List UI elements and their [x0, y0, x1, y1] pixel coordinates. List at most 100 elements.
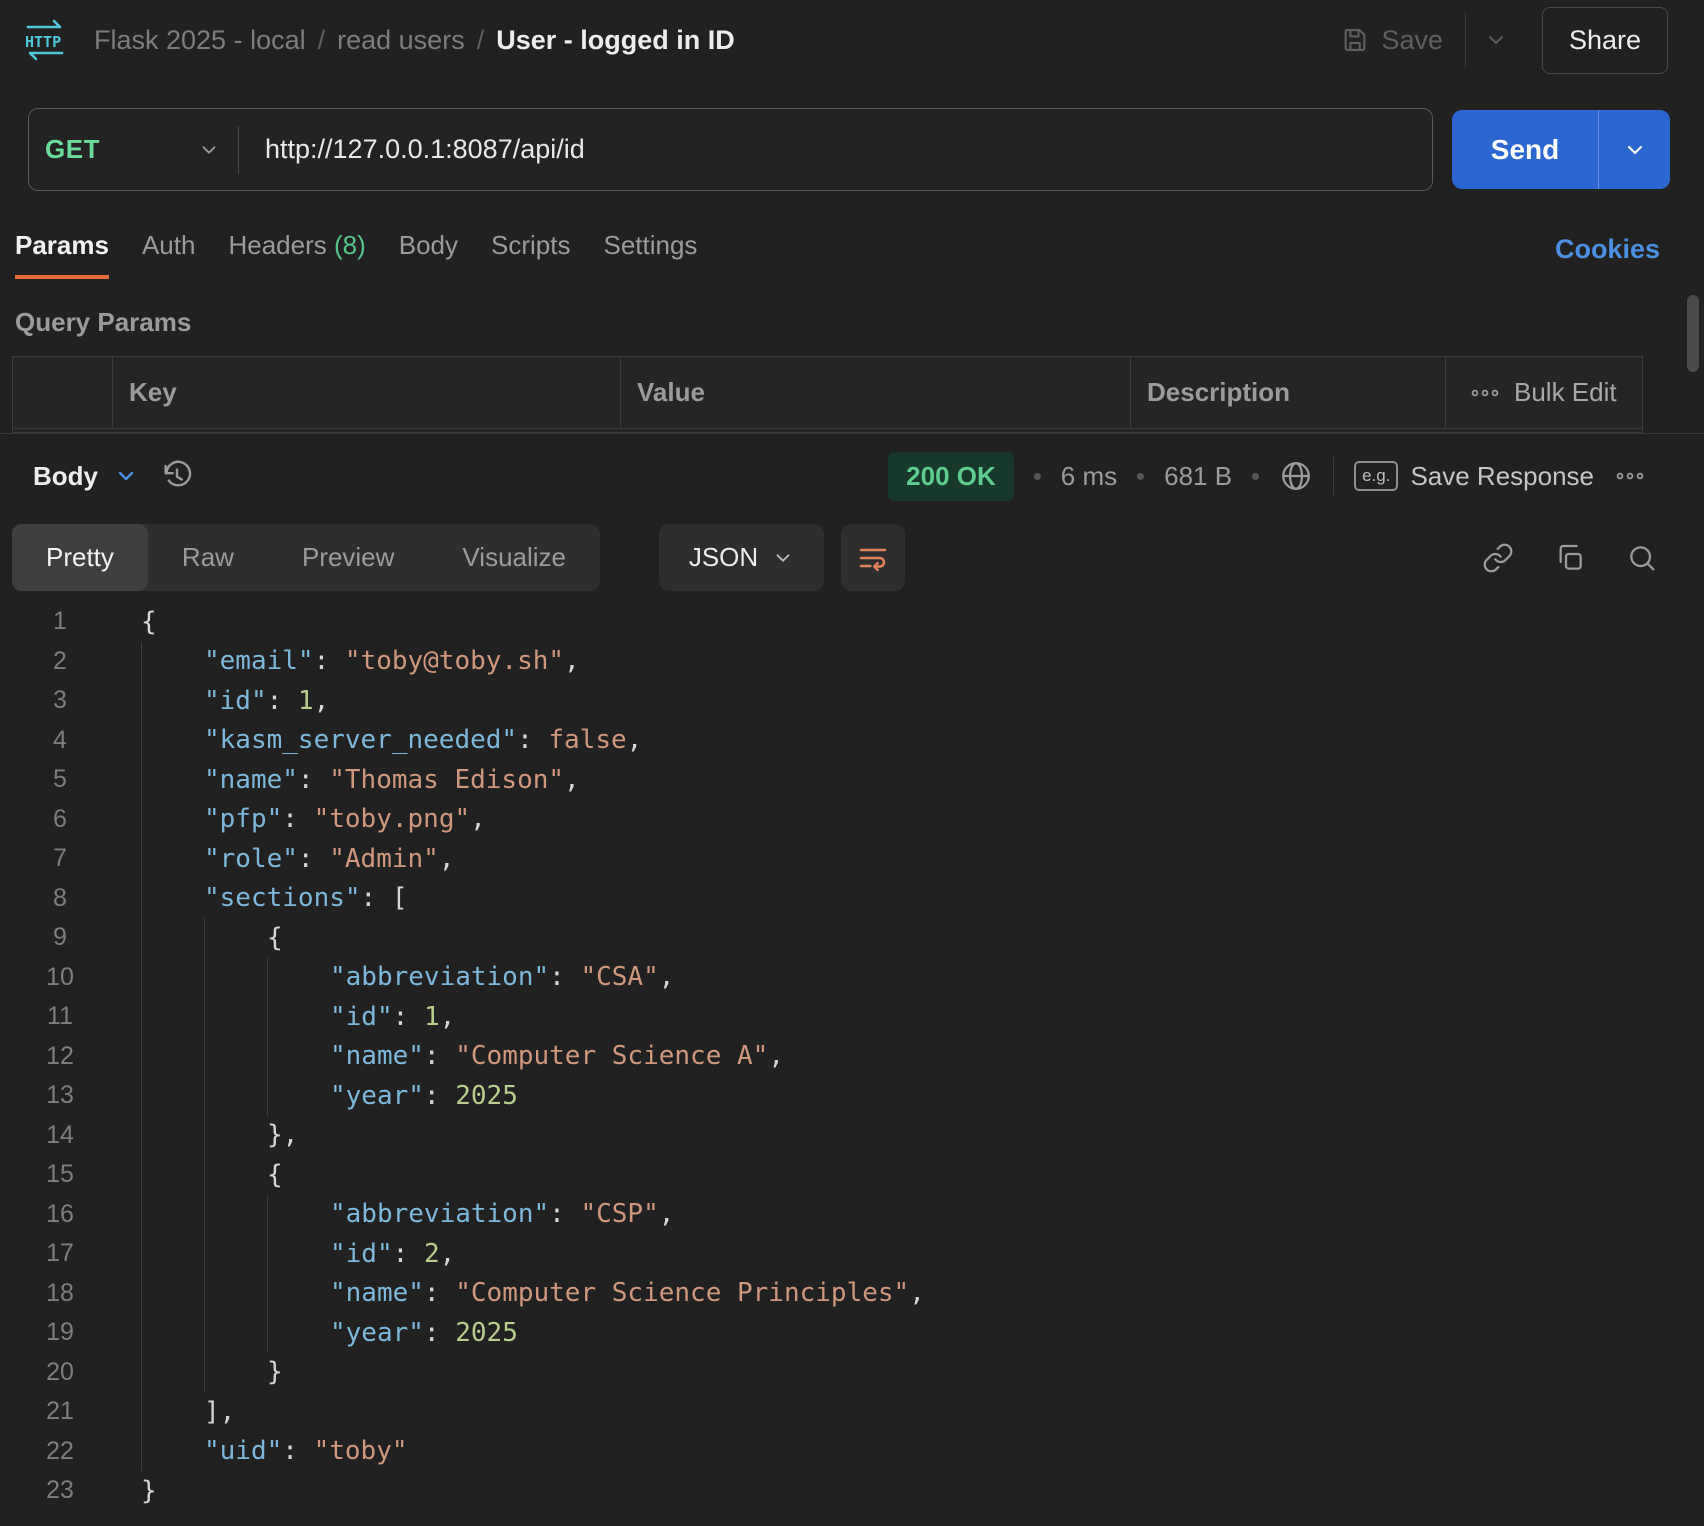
response-json-viewer: 1{2"email": "toby@toby.sh",3"id": 1,4"ka… [0, 602, 1680, 1511]
param-row-sliver [13, 429, 1642, 432]
method-selector[interactable]: GET [29, 134, 238, 165]
indent-guide [267, 1195, 268, 1235]
view-tab-preview[interactable]: Preview [268, 524, 428, 591]
indent-guide [204, 1037, 205, 1077]
line-number: 15 [0, 1160, 120, 1189]
indent-guide [141, 958, 142, 998]
column-header-value: Value [621, 357, 1131, 428]
line-number: 10 [0, 963, 120, 992]
code-line: 4"kasm_server_needed": false, [0, 721, 1680, 761]
code-line: 20} [0, 1353, 1680, 1393]
code-line: 22"uid": "toby" [0, 1432, 1680, 1472]
column-header-description: Description [1131, 357, 1446, 428]
indent-guide [204, 1076, 205, 1116]
method-chevron-icon [198, 139, 220, 161]
indent-guide [141, 1313, 142, 1353]
method-label: GET [45, 134, 100, 165]
indent-guide [141, 1432, 142, 1472]
meta-dot [1034, 473, 1041, 480]
code-line: 12"name": "Computer Science A", [0, 1037, 1680, 1077]
response-history-icon[interactable] [160, 459, 194, 493]
bulk-edit-label: Bulk Edit [1514, 377, 1617, 408]
line-number: 2 [0, 647, 120, 676]
code-line: 21], [0, 1392, 1680, 1432]
code-line: 16"abbreviation": "CSP", [0, 1195, 1680, 1235]
indent-guide [141, 1037, 142, 1077]
response-more-options-icon[interactable] [1614, 465, 1646, 487]
indent-guide [204, 1155, 205, 1195]
save-button[interactable]: Save [1341, 25, 1465, 56]
code-line: 15{ [0, 1155, 1680, 1195]
wrap-text-button[interactable] [841, 524, 905, 591]
more-options-icon [1470, 382, 1500, 404]
indent-guide [141, 760, 142, 800]
code-line: 8"sections": [ [0, 879, 1680, 919]
view-tab-visualize[interactable]: Visualize [428, 524, 600, 591]
save-icon [1341, 26, 1369, 54]
code-line: 2"email": "toby@toby.sh", [0, 642, 1680, 682]
send-options-chevron[interactable] [1599, 110, 1670, 189]
code-line: 3"id": 1, [0, 681, 1680, 721]
line-number: 13 [0, 1081, 120, 1110]
code-line: 14}, [0, 1116, 1680, 1156]
line-number: 20 [0, 1358, 120, 1387]
format-dropdown[interactable]: JSON [659, 524, 824, 591]
bulk-edit-button[interactable]: Bulk Edit [1446, 357, 1642, 428]
line-number: 4 [0, 726, 120, 755]
send-button[interactable]: Send [1452, 110, 1598, 189]
line-number: 23 [0, 1476, 120, 1505]
postman-window: HTTP Flask 2025 - local / read users / U… [0, 0, 1704, 1526]
line-number: 7 [0, 844, 120, 873]
url-bar: GET http://127.0.0.1:8087/api/id [28, 108, 1433, 191]
indent-guide [267, 1274, 268, 1314]
breadcrumb-collection[interactable]: Flask 2025 - local [94, 25, 306, 56]
tab-settings[interactable]: Settings [603, 230, 697, 279]
copy-icon[interactable] [1554, 542, 1586, 574]
search-icon[interactable] [1626, 542, 1658, 574]
indent-guide [267, 1037, 268, 1077]
indent-guide [141, 1076, 142, 1116]
save-menu-chevron[interactable] [1466, 28, 1526, 52]
view-tab-raw[interactable]: Raw [148, 524, 268, 591]
url-input[interactable]: http://127.0.0.1:8087/api/id [239, 134, 585, 165]
indent-guide [141, 642, 142, 682]
copy-link-icon[interactable] [1482, 542, 1514, 574]
line-number: 1 [0, 607, 120, 636]
tab-body[interactable]: Body [399, 230, 458, 279]
share-button[interactable]: Share [1542, 7, 1668, 74]
indent-guide [141, 1116, 142, 1156]
tab-scripts[interactable]: Scripts [491, 230, 570, 279]
request-title[interactable]: User - logged in ID [496, 25, 735, 56]
code-line: 11"id": 1, [0, 997, 1680, 1037]
code-line: 1{ [0, 602, 1680, 642]
network-globe-icon[interactable] [1279, 459, 1313, 493]
tab-params[interactable]: Params [15, 230, 109, 279]
indent-guide [204, 997, 205, 1037]
code-line: 23} [0, 1471, 1680, 1511]
query-params-table: Key Value Description Bulk Edit [12, 356, 1643, 433]
cookies-link[interactable]: Cookies [1555, 234, 1660, 265]
line-number: 3 [0, 686, 120, 715]
query-params-title: Query Params [15, 307, 191, 338]
line-number: 9 [0, 923, 120, 952]
format-label: JSON [689, 542, 758, 573]
view-tab-pretty[interactable]: Pretty [12, 524, 148, 591]
line-number: 5 [0, 765, 120, 794]
save-response-button[interactable]: e.g. Save Response [1354, 461, 1594, 492]
indent-guide [204, 1353, 205, 1393]
save-response-label: Save Response [1410, 461, 1594, 492]
indent-guide [141, 721, 142, 761]
breadcrumb-folder[interactable]: read users [337, 25, 465, 56]
response-body-dropdown[interactable]: Body [33, 461, 138, 492]
indent-guide [141, 800, 142, 840]
line-number: 14 [0, 1121, 120, 1150]
tab-auth[interactable]: Auth [142, 230, 196, 279]
http-request-icon: HTTP [22, 18, 68, 62]
indent-guide [141, 1195, 142, 1235]
indent-guide [204, 958, 205, 998]
headers-count-badge: (8) [327, 230, 366, 260]
tab-headers[interactable]: Headers (8) [228, 230, 365, 279]
scrollbar-thumb[interactable] [1687, 295, 1699, 372]
indent-guide [141, 1353, 142, 1393]
indent-guide [267, 1076, 268, 1116]
